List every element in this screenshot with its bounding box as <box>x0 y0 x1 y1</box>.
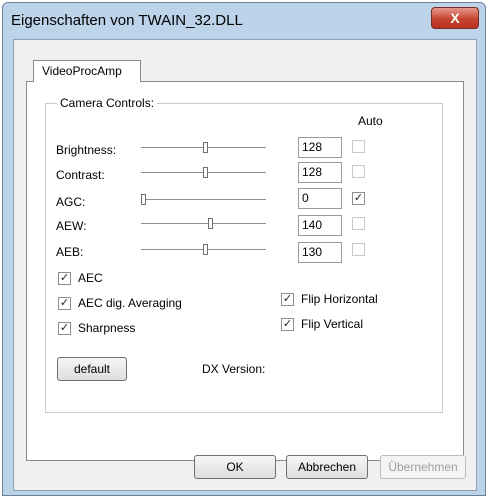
contrast-slider-thumb[interactable] <box>203 167 209 178</box>
aew-value-field[interactable]: 140 <box>298 215 342 236</box>
flip-vertical-label: Flip Vertical <box>301 317 364 331</box>
apply-button[interactable]: Übernehmen <box>380 455 466 479</box>
aew-slider-track[interactable] <box>141 223 266 225</box>
auto-header: Auto <box>358 114 383 128</box>
aeb-value-field[interactable]: 130 <box>298 242 342 263</box>
sharpness-label: Sharpness <box>78 321 136 335</box>
flip-vertical-checkbox[interactable]: ✓ <box>281 318 294 331</box>
contrast-auto-checkbox[interactable] <box>352 165 365 178</box>
dialog-window: Eigenschaften von TWAIN_32.DLL X VideoPr… <box>2 2 486 496</box>
contrast-label: Contrast: <box>56 168 105 182</box>
brightness-value-field[interactable]: 128 <box>298 137 342 158</box>
aeb-label: AEB: <box>56 245 84 259</box>
tab-videoprocamp[interactable]: VideoProcAmp <box>33 60 141 82</box>
tab-panel: Camera Controls: Auto Brightness: 128 Co… <box>26 81 464 461</box>
brightness-label: Brightness: <box>56 143 117 157</box>
group-label: Camera Controls: <box>57 96 158 110</box>
aew-auto-checkbox[interactable] <box>352 217 365 230</box>
flip-horizontal-label: Flip Horizontal <box>301 292 378 306</box>
agc-label: AGC: <box>56 195 86 209</box>
aec-checkbox[interactable]: ✓ <box>58 272 71 285</box>
brightness-auto-checkbox[interactable] <box>352 140 365 153</box>
close-button[interactable]: X <box>431 7 479 29</box>
agc-slider-thumb[interactable] <box>141 194 146 205</box>
aeb-slider-thumb[interactable] <box>203 244 209 255</box>
dx-version-label: DX Version: <box>202 362 266 376</box>
agc-slider-track[interactable] <box>141 199 266 201</box>
camera-controls-group: Camera Controls: Auto Brightness: 128 Co… <box>45 96 443 413</box>
aeb-auto-checkbox[interactable] <box>352 243 365 256</box>
contrast-value-field[interactable]: 128 <box>298 162 342 183</box>
cancel-button[interactable]: Abbrechen <box>286 455 368 479</box>
agc-value-field[interactable]: 0 <box>298 188 342 209</box>
brightness-slider-thumb[interactable] <box>203 142 209 153</box>
flip-horizontal-checkbox[interactable]: ✓ <box>281 293 294 306</box>
sharpness-checkbox[interactable]: ✓ <box>58 322 71 335</box>
dialog-client: VideoProcAmp Camera Controls: Auto Brigh… <box>13 39 477 491</box>
aew-label: AEW: <box>56 219 87 233</box>
aec-dig-averaging-label: AEC dig. Averaging <box>78 296 182 310</box>
ok-button[interactable]: OK <box>194 455 276 479</box>
aew-slider-thumb[interactable] <box>208 218 214 229</box>
aec-dig-averaging-checkbox[interactable]: ✓ <box>58 297 71 310</box>
window-title: Eigenschaften von TWAIN_32.DLL <box>11 12 243 29</box>
default-button[interactable]: default <box>57 357 127 381</box>
agc-auto-checkbox[interactable]: ✓ <box>352 192 365 205</box>
aec-label: AEC <box>78 271 103 285</box>
